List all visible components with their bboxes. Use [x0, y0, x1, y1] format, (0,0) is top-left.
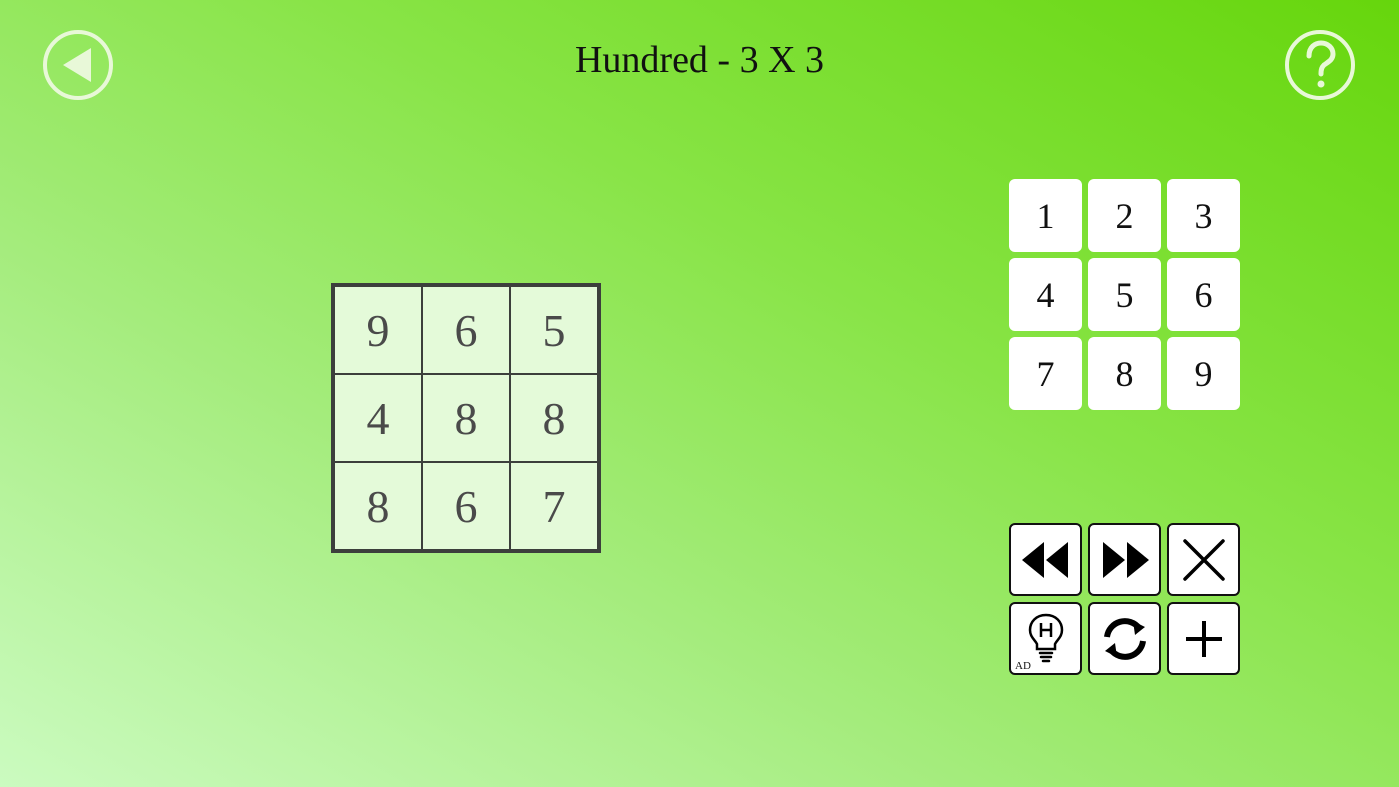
undo-button[interactable] [1009, 523, 1082, 596]
new-game-button[interactable] [1167, 602, 1240, 675]
keypad-key-8[interactable]: 8 [1088, 337, 1161, 410]
hint-button[interactable]: AD [1009, 602, 1082, 675]
control-panel: AD [1009, 523, 1242, 676]
restart-button[interactable] [1088, 602, 1161, 675]
board-cell[interactable]: 6 [422, 462, 510, 550]
number-keypad: 1 2 3 4 5 6 7 8 9 [1009, 179, 1242, 411]
help-question-icon [1285, 30, 1355, 100]
board-cell[interactable]: 7 [510, 462, 598, 550]
keypad-key-6[interactable]: 6 [1167, 258, 1240, 331]
game-board: 9 6 5 4 8 8 8 6 7 [331, 283, 601, 553]
keypad-key-5[interactable]: 5 [1088, 258, 1161, 331]
keypad-key-9[interactable]: 9 [1167, 337, 1240, 410]
page-title: Hundred - 3 X 3 [574, 39, 825, 81]
rewind-icon [1021, 541, 1068, 578]
ad-label: AD [1015, 660, 1031, 672]
redo-button[interactable] [1088, 523, 1161, 596]
plus-icon [1185, 620, 1222, 657]
lightbulb-hint-icon [1028, 613, 1063, 662]
help-button[interactable] [1284, 29, 1356, 101]
clear-button[interactable] [1167, 523, 1240, 596]
board-cell[interactable]: 8 [422, 374, 510, 462]
keypad-key-3[interactable]: 3 [1167, 179, 1240, 252]
board-cell[interactable]: 8 [510, 374, 598, 462]
keypad-key-7[interactable]: 7 [1009, 337, 1082, 410]
board-cell[interactable]: 5 [510, 286, 598, 374]
close-icon [1182, 538, 1225, 581]
keypad-key-1[interactable]: 1 [1009, 179, 1082, 252]
refresh-icon [1103, 617, 1146, 660]
fast-forward-icon [1102, 541, 1149, 578]
board-cell[interactable]: 6 [422, 286, 510, 374]
keypad-key-4[interactable]: 4 [1009, 258, 1082, 331]
board-cell[interactable]: 8 [334, 462, 422, 550]
board-cell[interactable]: 9 [334, 286, 422, 374]
keypad-key-2[interactable]: 2 [1088, 179, 1161, 252]
board-cell[interactable]: 4 [334, 374, 422, 462]
